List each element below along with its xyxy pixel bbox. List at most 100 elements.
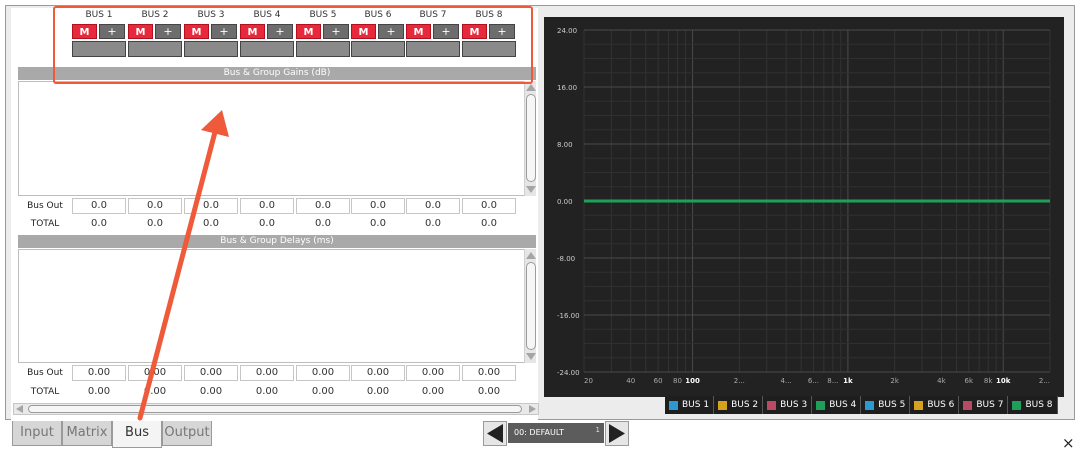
legend-swatch: [669, 400, 678, 410]
x-tick-label: 1k: [843, 377, 853, 385]
preset-next-button[interactable]: [605, 421, 629, 446]
x-tick-label: 2...: [1039, 377, 1050, 385]
delay-total-value-7: 0.00: [421, 386, 445, 397]
gain-total-value-1: 0.0: [91, 218, 107, 229]
close-icon[interactable]: ×: [1062, 434, 1075, 452]
legend-item-bus-8: BUS 8: [1008, 396, 1058, 414]
scroll-down-icon[interactable]: [526, 353, 536, 360]
delays-total-label: TOTAL: [30, 387, 60, 397]
delays-section-title: Bus & Group Delays (ms): [18, 235, 536, 248]
x-tick-label: 80: [673, 377, 682, 385]
legend-item-bus-4: BUS 4: [812, 396, 862, 414]
chart-legend: BUS 1 BUS 2 BUS 3 BUS 4 BUS 5 BUS 6 BUS 7 BUS 8: [665, 396, 1058, 414]
legend-label: BUS 8: [1025, 400, 1053, 410]
y-tick-label: 24.00: [557, 27, 577, 35]
gain-total-value-5: 0.0: [315, 218, 331, 229]
gain-bus-out-field-2[interactable]: 0.0: [128, 198, 182, 214]
legend-swatch: [963, 400, 973, 410]
x-tick-label: 20: [584, 377, 593, 385]
legend-label: BUS 3: [780, 400, 808, 410]
scroll-thumb[interactable]: [28, 405, 522, 413]
delay-bus-out-field-2[interactable]: 0.00: [128, 365, 182, 381]
arrow-left-icon: [487, 424, 503, 443]
x-tick-label: 100: [685, 377, 700, 385]
y-tick-label: 8.00: [557, 141, 573, 149]
legend-swatch: [816, 400, 826, 410]
delay-total-value-1: 0.00: [87, 386, 111, 397]
scroll-left-icon[interactable]: [16, 405, 23, 413]
x-tick-label: 60: [654, 377, 663, 385]
y-tick-label: -24.00: [557, 369, 580, 377]
gain-total-value-3: 0.0: [203, 218, 219, 229]
tab-matrix[interactable]: Matrix: [62, 421, 112, 446]
gain-total-value-2: 0.0: [147, 218, 163, 229]
delays-panel: [18, 249, 525, 363]
legend-item-bus-6: BUS 6: [910, 396, 960, 414]
legend-label: BUS 2: [731, 400, 759, 410]
delay-total-value-8: 0.00: [477, 386, 501, 397]
delay-total-value-3: 0.00: [199, 386, 223, 397]
x-tick-label: 2k: [890, 377, 899, 385]
y-tick-label: -8.00: [557, 255, 575, 263]
tab-bus[interactable]: Bus: [112, 421, 162, 448]
delay-total-value-2: 0.00: [143, 386, 167, 397]
delay-bus-out-field-5[interactable]: 0.00: [296, 365, 350, 381]
legend-swatch: [767, 400, 777, 410]
y-tick-label: -16.00: [557, 312, 580, 320]
gain-total-value-4: 0.0: [259, 218, 275, 229]
delay-bus-out-field-7[interactable]: 0.00: [406, 365, 460, 381]
delay-bus-out-field-4[interactable]: 0.00: [240, 365, 294, 381]
delay-bus-out-field-3[interactable]: 0.00: [184, 365, 238, 381]
scroll-thumb[interactable]: [526, 262, 536, 350]
x-tick-label: 4...: [781, 377, 792, 385]
bus-window: BUS 1 M + BUS 2 M + BUS 3 M + BUS 4 M + BUS 5 M + BUS 6…: [0, 0, 1080, 455]
x-tick-label: 4k: [937, 377, 946, 385]
legend-item-bus-2: BUS 2: [714, 396, 764, 414]
scroll-thumb[interactable]: [526, 94, 536, 182]
scroll-up-icon[interactable]: [526, 252, 536, 259]
preset-name[interactable]: 00: DEFAULT 1: [508, 423, 604, 443]
preset-name-text: 00: DEFAULT: [514, 428, 565, 437]
preset-prev-button[interactable]: [483, 421, 507, 446]
x-tick-label: 2...: [734, 377, 745, 385]
gain-bus-out-field-8[interactable]: 0.0: [462, 198, 516, 214]
gains-scrollbar[interactable]: [524, 81, 536, 196]
horizontal-scrollbar[interactable]: [13, 403, 539, 415]
preset-selector: 00: DEFAULT 1: [483, 421, 631, 446]
x-tick-label: 8k: [984, 377, 993, 385]
gain-bus-out-field-5[interactable]: 0.0: [296, 198, 350, 214]
legend-item-bus-3: BUS 3: [763, 396, 813, 414]
gain-bus-out-field-6[interactable]: 0.0: [351, 198, 405, 214]
delay-bus-out-field-8[interactable]: 0.00: [462, 365, 516, 381]
legend-label: BUS 1: [682, 400, 710, 410]
legend-item-bus-5: BUS 5: [861, 396, 911, 414]
gain-bus-out-field-1[interactable]: 0.0: [72, 198, 126, 214]
legend-swatch: [914, 400, 924, 410]
tab-output[interactable]: Output: [162, 421, 212, 446]
delays-bus-out-label: Bus Out: [27, 368, 63, 378]
y-tick-label: 0.00: [557, 198, 573, 206]
legend-label: BUS 4: [829, 400, 857, 410]
x-tick-label: 6...: [808, 377, 819, 385]
delay-bus-out-field-1[interactable]: 0.00: [72, 365, 126, 381]
delay-total-value-4: 0.00: [255, 386, 279, 397]
tab-input[interactable]: Input: [12, 421, 62, 446]
gain-bus-out-field-7[interactable]: 0.0: [406, 198, 460, 214]
delays-scrollbar[interactable]: [524, 249, 536, 363]
legend-swatch: [718, 400, 728, 410]
delay-total-value-6: 0.00: [366, 386, 390, 397]
gain-bus-out-field-3[interactable]: 0.0: [184, 198, 238, 214]
y-tick-label: 16.00: [557, 84, 577, 92]
legend-item-bus-1: BUS 1: [665, 396, 715, 414]
gain-bus-out-field-4[interactable]: 0.0: [240, 198, 294, 214]
gains-bus-out-label: Bus Out: [27, 201, 63, 211]
annotation-highlight-box: [53, 6, 533, 84]
delay-bus-out-field-6[interactable]: 0.00: [351, 365, 405, 381]
arrow-right-icon: [609, 424, 625, 443]
scroll-right-icon[interactable]: [529, 405, 536, 413]
legend-item-bus-7: BUS 7: [959, 396, 1009, 414]
scroll-down-icon[interactable]: [526, 186, 536, 193]
scroll-up-icon[interactable]: [526, 84, 536, 91]
gain-total-value-7: 0.0: [425, 218, 441, 229]
gain-total-value-6: 0.0: [370, 218, 386, 229]
